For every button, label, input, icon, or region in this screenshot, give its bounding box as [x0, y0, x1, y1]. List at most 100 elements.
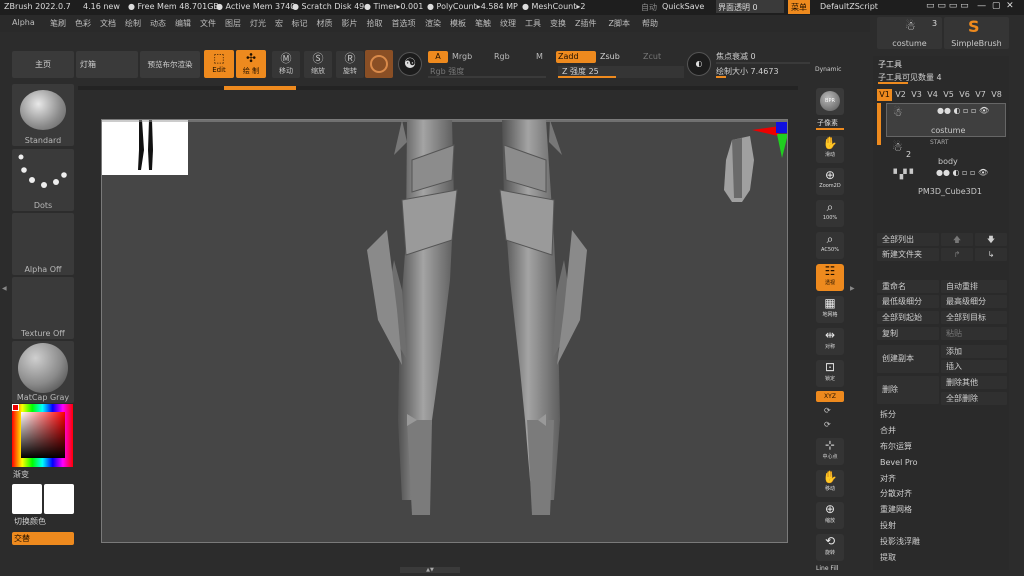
- menu-item-3[interactable]: 文档: [100, 18, 116, 29]
- project-bas-relief-menu[interactable]: 投影浅浮雕: [877, 535, 1007, 549]
- color-picker-square[interactable]: [21, 412, 65, 458]
- model-viewport[interactable]: [102, 120, 788, 543]
- version-tab-v4[interactable]: V4: [925, 89, 940, 101]
- quicksave-button[interactable]: QuickSave: [662, 2, 704, 11]
- version-tab-v2[interactable]: V2: [893, 89, 908, 101]
- draw-size-slider[interactable]: 绘制大小 7.4673: [716, 66, 810, 78]
- arrow-up-right-icon[interactable]: ↱: [941, 248, 973, 261]
- stroke-icon[interactable]: ◐: [687, 52, 711, 76]
- menu-item-23[interactable]: Z脚本: [609, 18, 630, 29]
- tool-thumbnail-simplebrush[interactable]: S SimpleBrush: [944, 17, 1009, 49]
- all-to-start-button[interactable]: 全部到起始: [877, 311, 939, 324]
- a-button[interactable]: A: [428, 51, 448, 63]
- draw-button[interactable]: ✣ 绘 制: [236, 50, 266, 78]
- merge-menu[interactable]: 合并: [877, 424, 1007, 438]
- transparency-slider[interactable]: 界面透明 0: [716, 0, 784, 13]
- version-tab-v6[interactable]: V6: [957, 89, 972, 101]
- menu-item-10[interactable]: 宏: [275, 18, 283, 29]
- auto-reorder-button[interactable]: 自动重排: [941, 280, 1007, 293]
- center-pivot-button[interactable]: ⊹ 中心点: [816, 438, 844, 465]
- texture-selector[interactable]: Texture Off: [12, 277, 74, 339]
- cube-visibility-icons[interactable]: ●● ◐ ▫ ▫ 👁: [936, 168, 988, 177]
- subtool-row-cube[interactable]: ▝ ▞ ▘ ●● ◐ ▫ ▫ 👁 PM3D_Cube3D1: [886, 168, 1006, 198]
- subtool-row-costume[interactable]: ☃ ●● ◐ ▫ ▫ 👁 costume: [886, 103, 1006, 137]
- zsub-button[interactable]: Zsub: [600, 52, 620, 61]
- perspective-button[interactable]: ☷ 透视: [816, 264, 844, 291]
- arrow-down-right-icon[interactable]: ↳: [975, 248, 1007, 261]
- window-controls[interactable]: ▭ ▭ ▭ ▭ — ▢ ✕: [926, 1, 1014, 11]
- distribute-menu[interactable]: 分散对齐: [877, 487, 1007, 501]
- yin-yang-icon[interactable]: ☯: [398, 52, 422, 76]
- actual-size-button[interactable]: ⌕ 100%: [816, 200, 844, 227]
- version-tab-v5[interactable]: V5: [941, 89, 956, 101]
- align-menu[interactable]: 对齐: [877, 472, 1007, 486]
- menu-item-19[interactable]: 纹理: [500, 18, 516, 29]
- menu-button[interactable]: 菜单: [788, 0, 810, 14]
- create-copy-button[interactable]: 创建副本: [877, 345, 939, 373]
- alpha-selector[interactable]: Alpha Off: [12, 213, 74, 275]
- ac50-button[interactable]: ⌕ AC50%: [816, 232, 844, 259]
- subtool-row-body[interactable]: ☃ 2 START body: [886, 138, 1006, 168]
- stroke-selector[interactable]: Dots: [12, 149, 74, 211]
- version-tab-v8[interactable]: V8: [989, 89, 1004, 101]
- tool-thumbnail-costume[interactable]: ☃ 3 costume: [877, 17, 942, 49]
- symmetry-button[interactable]: ⇹ 对称: [816, 328, 844, 355]
- move-down-button[interactable]: 🡇: [975, 233, 1007, 246]
- focal-shift-slider[interactable]: 焦点衰减 0: [716, 51, 810, 64]
- scroll-button[interactable]: ✋ 滑动: [816, 136, 844, 163]
- menu-item-1[interactable]: 笔刷: [50, 18, 66, 29]
- bpr-preview-tab[interactable]: 预览布尔渲染: [140, 51, 200, 78]
- material-selector[interactable]: MatCap Gray: [12, 341, 74, 403]
- linefill-button[interactable]: Line Fill: [816, 565, 838, 572]
- version-tab-v7[interactable]: V7: [973, 89, 988, 101]
- delete-others-button[interactable]: 删除其他: [941, 376, 1007, 389]
- menu-item-15[interactable]: 首选项: [392, 18, 416, 29]
- brush-selector[interactable]: Standard: [12, 84, 74, 146]
- alternate-button[interactable]: 交替: [12, 532, 74, 545]
- left-collapse-arrow-icon[interactable]: ◀: [2, 285, 7, 292]
- right-collapse-arrow-icon[interactable]: ▶: [850, 285, 855, 292]
- menu-item-24[interactable]: 帮助: [642, 18, 658, 29]
- project-menu[interactable]: 投射: [877, 519, 1007, 533]
- menu-item-22[interactable]: Z插件: [575, 18, 596, 29]
- menu-item-7[interactable]: 文件: [200, 18, 216, 29]
- menu-item-14[interactable]: 拾取: [367, 18, 383, 29]
- rgb-button[interactable]: Rgb: [494, 52, 510, 61]
- floor-grid-button[interactable]: ▦ 地网格: [816, 296, 844, 323]
- new-folder-button[interactable]: 新建文件夹: [877, 248, 939, 261]
- menu-item-12[interactable]: 材质: [317, 18, 333, 29]
- bottom-collapse-arrow-icon[interactable]: ▲▼: [400, 567, 460, 573]
- menu-item-18[interactable]: 笔触: [475, 18, 491, 29]
- dynamic-toggle[interactable]: Dynamic: [815, 66, 841, 73]
- delete-button[interactable]: 删除: [877, 376, 939, 404]
- z-intensity-slider[interactable]: Z 强度 25: [558, 66, 684, 78]
- version-tab-v1[interactable]: V1: [877, 89, 892, 101]
- edit-button[interactable]: ⬚ Edit: [204, 50, 234, 78]
- menu-item-2[interactable]: 色彩: [75, 18, 91, 29]
- subtool-scrollbar[interactable]: [877, 103, 881, 145]
- subtool-title[interactable]: 子工具: [878, 59, 902, 70]
- m-button[interactable]: M: [536, 52, 543, 61]
- add-button[interactable]: 添加: [941, 345, 1007, 358]
- zcut-button[interactable]: Zcut: [643, 52, 661, 61]
- highest-subdiv-button[interactable]: 最高级细分: [941, 295, 1007, 308]
- extract-menu[interactable]: 提取: [877, 551, 1007, 565]
- move-up-button[interactable]: 🡅: [941, 233, 973, 246]
- lock-button[interactable]: ⊡ 锁定: [816, 360, 844, 387]
- costume-visibility-icons[interactable]: ●● ◐ ▫ ▫ 👁: [937, 106, 989, 115]
- menu-item-4[interactable]: 绘制: [125, 18, 141, 29]
- move-button[interactable]: Ⓜ 移动: [272, 51, 300, 78]
- zoom2d-button[interactable]: ⊕ Zoom2D: [816, 168, 844, 195]
- rotate-button[interactable]: Ⓡ 旋转: [336, 51, 364, 78]
- scale-button[interactable]: Ⓢ 缩放: [304, 51, 332, 78]
- gradient-label[interactable]: 渐变: [13, 469, 29, 480]
- home-tab[interactable]: 主页: [12, 51, 74, 78]
- rotate-view-button[interactable]: ⟲ 旋转: [816, 534, 844, 561]
- delete-all-button[interactable]: 全部删除: [941, 392, 1007, 405]
- xyz-button[interactable]: XYZ: [816, 391, 844, 402]
- bevel-pro-menu[interactable]: Bevel Pro: [877, 456, 1007, 470]
- zadd-button[interactable]: Zadd: [556, 51, 596, 63]
- mrgb-button[interactable]: Mrgb: [452, 52, 472, 61]
- zoom-view-button[interactable]: ⊕ 缩放: [816, 502, 844, 529]
- version-tab-v3[interactable]: V3: [909, 89, 924, 101]
